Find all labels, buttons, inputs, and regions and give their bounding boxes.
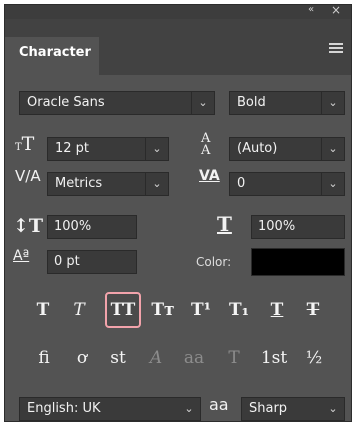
- fractions-button[interactable]: ½: [297, 341, 331, 375]
- tab-strip: Character: [5, 19, 351, 75]
- font-size-field[interactable]: 12 pt ⌄: [47, 137, 169, 161]
- font-family-value: Oracle Sans: [27, 95, 105, 110]
- strikethrough-button[interactable]: T: [295, 292, 331, 328]
- font-size-value: 12 pt: [55, 141, 90, 156]
- vertical-scale-value: 100%: [54, 219, 92, 234]
- font-style-select[interactable]: Bold ⌄: [229, 91, 345, 115]
- stylistic-alternates-button[interactable]: aa: [177, 341, 211, 375]
- chevron-down-icon[interactable]: ⌄: [145, 173, 168, 195]
- vertical-scale-input[interactable]: 100%: [47, 215, 137, 239]
- horizontal-scale-input[interactable]: 100%: [251, 215, 345, 239]
- chevron-down-icon[interactable]: ⌄: [321, 173, 344, 195]
- vertical-scale-icon: ↕T: [13, 215, 44, 237]
- panel-titlebar: « ×: [5, 3, 351, 19]
- antialias-value: Sharp: [249, 401, 288, 416]
- discretionary-ligatures-button[interactable]: ơ: [65, 341, 99, 375]
- kerning-field[interactable]: Metrics ⌄: [47, 172, 169, 196]
- kerning-icon: V/A: [15, 167, 41, 185]
- chevron-down-icon[interactable]: ⌄: [321, 92, 344, 114]
- swash-button[interactable]: A: [139, 341, 173, 375]
- leading-value: (Auto): [237, 141, 278, 156]
- chevron-down-icon[interactable]: ⌄: [322, 398, 344, 420]
- faux-bold-button[interactable]: T: [25, 292, 61, 328]
- baseline-shift-value: 0 pt: [54, 254, 80, 269]
- chevron-down-icon[interactable]: ⌄: [178, 398, 200, 420]
- contextual-alternates-button[interactable]: st: [101, 341, 135, 375]
- chevron-down-icon[interactable]: ⌄: [145, 138, 168, 160]
- panel-menu-icon[interactable]: [329, 43, 343, 53]
- character-panel: « × Character Oracle Sans ⌄ Bold ⌄ TT 12…: [4, 3, 352, 422]
- horizontal-scale-value: 100%: [258, 219, 296, 234]
- font-family-select[interactable]: Oracle Sans ⌄: [19, 91, 215, 115]
- antialias-select[interactable]: Sharp ⌄: [241, 397, 345, 421]
- language-select[interactable]: English: UK ⌄: [19, 397, 201, 421]
- superscript-button[interactable]: T¹: [183, 292, 219, 328]
- color-label: Color:: [196, 255, 232, 269]
- tracking-field[interactable]: 0 ⌄: [229, 172, 345, 196]
- tab-character[interactable]: Character: [5, 37, 99, 75]
- subscript-button[interactable]: T₁: [221, 292, 257, 328]
- underline-button[interactable]: T: [259, 292, 295, 328]
- collapse-icon[interactable]: «: [308, 4, 314, 15]
- language-value: English: UK: [27, 401, 101, 416]
- ligatures-button[interactable]: fi: [27, 341, 61, 375]
- antialias-icon: aa: [209, 395, 229, 414]
- titling-alternates-button[interactable]: T: [217, 341, 251, 375]
- font-size-icon: TT: [15, 133, 35, 155]
- horizontal-scale-icon: T: [217, 212, 232, 236]
- baseline-shift-icon: Aª: [13, 248, 30, 264]
- close-icon[interactable]: ×: [331, 3, 341, 17]
- leading-icon: AA: [201, 131, 211, 158]
- ordinals-button[interactable]: 1st: [257, 341, 291, 375]
- kerning-value: Metrics: [55, 176, 103, 191]
- chevron-down-icon[interactable]: ⌄: [191, 92, 214, 114]
- tracking-icon: VA: [199, 168, 220, 184]
- color-swatch[interactable]: [251, 248, 345, 276]
- leading-field[interactable]: (Auto) ⌄: [229, 137, 345, 161]
- chevron-down-icon[interactable]: ⌄: [321, 138, 344, 160]
- all-caps-button[interactable]: TT: [105, 292, 141, 328]
- font-style-value: Bold: [237, 95, 266, 110]
- tracking-value: 0: [237, 176, 246, 191]
- small-caps-button[interactable]: Tт: [145, 292, 181, 328]
- faux-italic-button[interactable]: T: [61, 292, 97, 328]
- baseline-shift-input[interactable]: 0 pt: [47, 250, 137, 274]
